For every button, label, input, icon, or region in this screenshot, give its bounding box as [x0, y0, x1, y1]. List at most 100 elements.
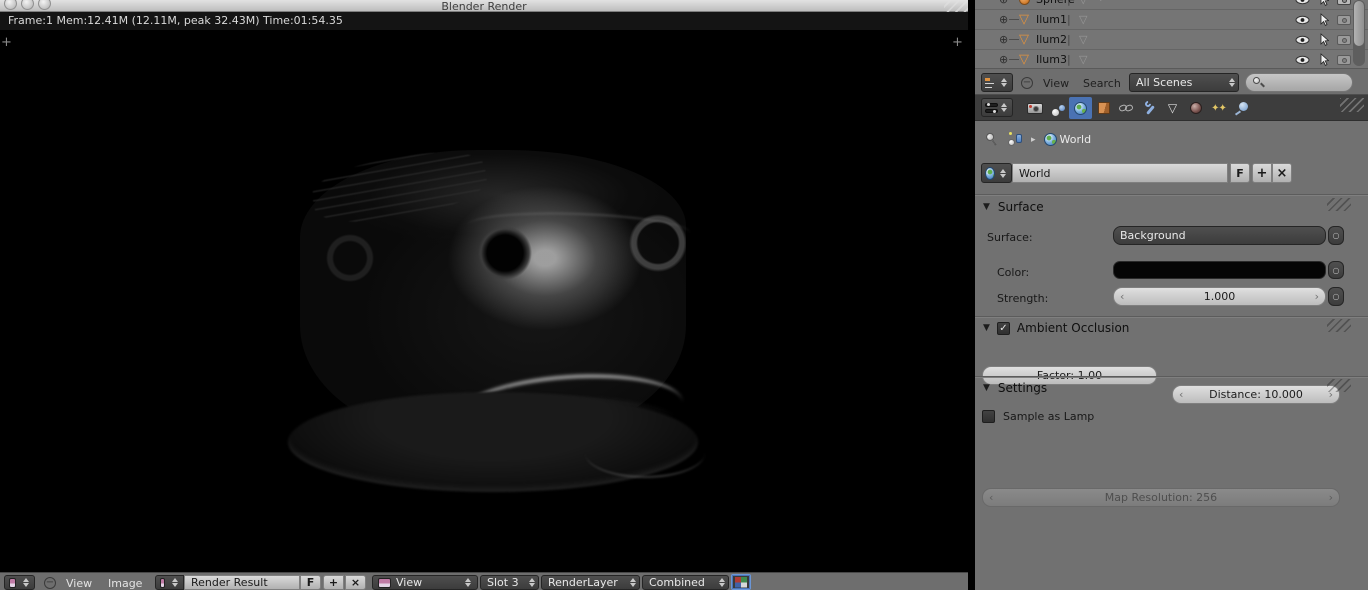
- header-corner-widget[interactable]: [1340, 98, 1364, 112]
- display-mode-dropdown[interactable]: All Scenes: [1129, 73, 1239, 92]
- outliner-scrollbar-thumb[interactable]: [1354, 1, 1364, 46]
- expand-icon[interactable]: ⊕: [999, 0, 1008, 6]
- visibility-eye-icon[interactable]: [1295, 15, 1310, 25]
- breadcrumb-context[interactable]: World: [1043, 133, 1091, 146]
- menu-image[interactable]: Image: [108, 577, 142, 590]
- menu-search[interactable]: Search: [1083, 77, 1121, 90]
- unlink-image-button[interactable]: ×: [345, 575, 366, 590]
- selectable-cursor-icon[interactable]: [1319, 52, 1329, 67]
- expand-region-icon-left[interactable]: +: [0, 36, 13, 49]
- tab-physics[interactable]: [1230, 97, 1253, 119]
- map-resolution-slider[interactable]: ‹ Map Resolution: 256 ›: [982, 488, 1340, 507]
- collapse-menus-icon[interactable]: −: [1021, 77, 1033, 89]
- outliner-editor-icon: [984, 77, 996, 89]
- expand-icon[interactable]: ⊕: [999, 53, 1008, 66]
- column-separator: |: [1067, 33, 1071, 46]
- sample-as-lamp-checkbox[interactable]: [982, 410, 995, 423]
- visibility-eye-icon[interactable]: [1295, 35, 1310, 45]
- tab-object-data[interactable]: ▽: [1161, 97, 1184, 119]
- updown-arrows-icon: [627, 578, 639, 587]
- slider-left-arrow-icon[interactable]: ‹: [989, 489, 993, 506]
- node-socket-button[interactable]: ○: [1328, 226, 1344, 245]
- tab-world[interactable]: [1069, 97, 1092, 119]
- tab-particles[interactable]: ✦✦: [1207, 97, 1230, 119]
- outliner-row-sphere[interactable]: ⊕ Sphere | ▽ ⁘: [975, 0, 1368, 10]
- editor-type-button[interactable]: [4, 575, 35, 590]
- selectable-cursor-icon[interactable]: [1319, 32, 1329, 47]
- render-result-image[interactable]: + +: [0, 30, 968, 572]
- object-name[interactable]: Ilum1: [1036, 13, 1067, 26]
- collapse-triangle-icon[interactable]: ▼: [983, 323, 990, 333]
- fake-user-button[interactable]: F: [1230, 163, 1250, 183]
- renderable-camera-icon[interactable]: [1337, 54, 1351, 65]
- rgb-checker-icon: [735, 576, 747, 588]
- strength-slider[interactable]: ‹ 1.000 ›: [1113, 287, 1326, 306]
- tab-material[interactable]: [1184, 97, 1207, 119]
- settings-panel-header[interactable]: ▼ Settings: [983, 381, 1047, 395]
- selectable-cursor-icon[interactable]: [1319, 0, 1329, 7]
- updown-arrows-icon: [526, 578, 538, 587]
- view-mode-dropdown[interactable]: View: [372, 575, 478, 590]
- node-socket-button[interactable]: ○: [1328, 287, 1344, 306]
- slider-right-arrow-icon[interactable]: ›: [1315, 288, 1319, 305]
- browse-world-button[interactable]: [981, 163, 1012, 183]
- outliner-row-ilum2[interactable]: ⊕ ▽ Ilum2 | ▽: [975, 30, 1368, 50]
- image-editor-header: − View Image Render Result F + × View Sl…: [0, 572, 968, 590]
- rendered-object-base-highlight: [585, 428, 705, 478]
- display-rgb-toggle[interactable]: [731, 574, 751, 590]
- browse-image-button[interactable]: [155, 575, 184, 590]
- visibility-eye-icon[interactable]: [1295, 55, 1310, 65]
- fake-user-button[interactable]: F: [300, 575, 321, 590]
- window-titlebar[interactable]: Blender Render: [0, 0, 968, 13]
- object-name[interactable]: Ilum2: [1036, 33, 1067, 46]
- render-layer-dropdown[interactable]: RenderLayer: [541, 575, 640, 590]
- pin-icon[interactable]: [982, 129, 1003, 150]
- renderable-camera-icon[interactable]: [1337, 0, 1351, 5]
- slider-right-arrow-icon[interactable]: ›: [1329, 489, 1333, 506]
- tab-modifiers[interactable]: [1138, 97, 1161, 119]
- panel-drag-widget[interactable]: [1327, 198, 1351, 211]
- collapse-triangle-icon[interactable]: ▼: [983, 202, 990, 212]
- slider-left-arrow-icon[interactable]: ‹: [1179, 386, 1183, 403]
- tab-render[interactable]: [1023, 97, 1046, 119]
- editor-type-button[interactable]: [981, 98, 1013, 117]
- selectable-cursor-icon[interactable]: [1319, 12, 1329, 27]
- renderable-camera-icon[interactable]: [1337, 34, 1351, 45]
- object-name[interactable]: Ilum3: [1036, 53, 1067, 66]
- tab-constraints[interactable]: [1115, 97, 1138, 119]
- menu-view[interactable]: View: [66, 577, 92, 590]
- tab-scene[interactable]: [1046, 97, 1069, 119]
- menu-view[interactable]: View: [1043, 77, 1069, 90]
- editor-type-button[interactable]: [981, 73, 1013, 92]
- new-world-button[interactable]: +: [1252, 163, 1272, 183]
- renderable-camera-icon[interactable]: [1337, 14, 1351, 25]
- surface-type-dropdown[interactable]: Background: [1113, 226, 1326, 245]
- outliner-row-ilum3[interactable]: ⊕ ▽ Ilum3 | ▽: [975, 50, 1368, 68]
- ambient-occlusion-panel-header[interactable]: ▼ ✓ Ambient Occlusion: [983, 321, 1129, 335]
- node-socket-button[interactable]: ○: [1328, 261, 1344, 279]
- search-input[interactable]: [1245, 73, 1353, 92]
- scene-icon[interactable]: [1008, 132, 1023, 147]
- expand-icon[interactable]: ⊕: [999, 33, 1008, 46]
- new-image-button[interactable]: +: [323, 575, 344, 590]
- ao-distance-slider[interactable]: ‹ Distance: 10.000 ›: [1172, 385, 1340, 404]
- panel-drag-widget[interactable]: [1327, 319, 1351, 332]
- visibility-eye-icon[interactable]: [1295, 0, 1310, 5]
- world-globe-icon: [985, 166, 995, 180]
- color-swatch[interactable]: [1113, 261, 1326, 279]
- collapse-menus-icon[interactable]: −: [44, 577, 56, 589]
- surface-panel-header[interactable]: ▼ Surface: [983, 200, 1044, 214]
- slot-dropdown[interactable]: Slot 3: [480, 575, 539, 590]
- render-pass-dropdown[interactable]: Combined: [642, 575, 729, 590]
- expand-region-icon-right[interactable]: +: [951, 36, 964, 49]
- expand-icon[interactable]: ⊕: [999, 13, 1008, 26]
- outliner-row-ilum1[interactable]: ⊕ ▽ Ilum1 | ▽: [975, 10, 1368, 30]
- collapse-triangle-icon[interactable]: ▼: [983, 383, 990, 393]
- slider-left-arrow-icon[interactable]: ‹: [1120, 288, 1124, 305]
- world-name-field[interactable]: World: [1012, 163, 1228, 183]
- tab-object[interactable]: [1092, 97, 1115, 119]
- ambient-occlusion-checkbox[interactable]: ✓: [996, 321, 1010, 335]
- image-name-field[interactable]: Render Result: [184, 575, 300, 590]
- panel-drag-widget[interactable]: [1327, 379, 1351, 392]
- unlink-world-button[interactable]: ×: [1272, 163, 1292, 183]
